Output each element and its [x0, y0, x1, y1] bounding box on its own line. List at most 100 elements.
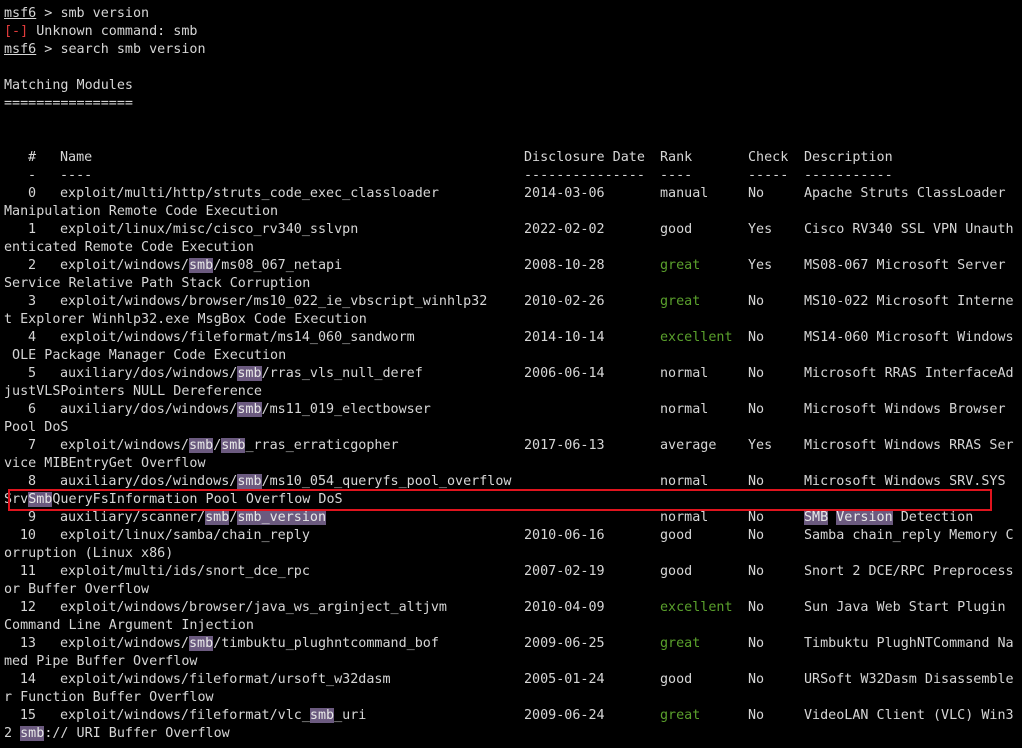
module-number: 8 — [27, 474, 36, 489]
module-rank: great — [660, 258, 701, 273]
table-row: 10 exploit/linux/samba/chain_reply 2010-06… — [4, 527, 1022, 545]
module-name: exploit/windows/smb/timbuktu_plughntcomm… — [60, 636, 439, 651]
table-row: 7 exploit/windows/smb/smb_rras_erraticgop… — [4, 437, 1022, 455]
table-row-wrap: OLE Package Manager Code Execution — [4, 347, 1022, 365]
module-name: exploit/windows/fileformat/ms14_060_sand… — [60, 330, 415, 345]
module-number: 0 — [27, 186, 36, 201]
module-date: 2009-06-25 — [524, 636, 605, 651]
search-match: Smb — [28, 492, 53, 507]
prompt-line-2: msf6 > search smb version — [4, 41, 1022, 59]
module-date: 2007-02-19 — [524, 564, 605, 579]
module-description: Cisco RV340 SSL VPN Unauth — [804, 222, 1014, 237]
search-match: SMB — [804, 510, 829, 525]
module-description-wrap: SrvSmbQueryFsInformation Pool Overflow D… — [4, 492, 343, 507]
module-description: SMB Version Detection — [804, 510, 974, 525]
prompt-line-1: msf6 > smb version — [4, 5, 1022, 23]
module-name: exploit/multi/http/struts_code_exec_clas… — [60, 186, 439, 201]
table-row: 0 exploit/multi/http/struts_code_exec_cla… — [4, 185, 1022, 203]
terminal-output[interactable]: msf6 > smb version [-] Unknown command: … — [4, 5, 1022, 743]
module-date: 2010-02-26 — [524, 294, 605, 309]
table-row-wrap: med Pipe Buffer Overflow — [4, 653, 1022, 671]
table-row-wrap: enticated Remote Code Execution — [4, 239, 1022, 257]
table-row-wrap: Command Line Argument Injection — [4, 617, 1022, 635]
results-heading-text: Matching Modules — [4, 78, 133, 93]
module-rank: good — [660, 528, 693, 543]
prompt-label: msf6 — [4, 6, 37, 21]
module-name: exploit/windows/smb/ms08_067_netapi — [60, 258, 343, 273]
module-description: Sun Java Web Start Plugin — [804, 600, 1006, 615]
error-message: Unknown command: smb — [28, 24, 198, 39]
search-match: _version — [261, 510, 327, 525]
module-description-wrap: med Pipe Buffer Overflow — [4, 654, 198, 669]
module-check: No — [748, 294, 765, 309]
module-number: 7 — [27, 438, 36, 453]
table-row: 8 auxiliary/dos/windows/smb/ms10_054_quer… — [4, 473, 1022, 491]
module-description: MS10-022 Microsoft Interne — [804, 294, 1014, 309]
module-number: 5 — [27, 366, 36, 381]
module-name: exploit/windows/browser/java_ws_arginjec… — [60, 600, 447, 615]
table-row: 12 exploit/windows/browser/java_ws_arginj… — [4, 599, 1022, 617]
module-description: Snort 2 DCE/RPC Preprocess — [804, 564, 1014, 579]
module-rank: normal — [660, 366, 709, 381]
module-description-wrap: vice MIBEntryGet Overflow — [4, 456, 206, 471]
results-underline-text: ================ — [4, 96, 133, 111]
command-text: smb version — [60, 6, 150, 21]
header-num: # — [27, 150, 36, 165]
module-name: exploit/linux/misc/cisco_rv340_sslvpn — [60, 222, 359, 237]
search-match: smb — [237, 366, 262, 381]
module-number: 6 — [27, 402, 36, 417]
module-name: exploit/windows/smb/smb_rras_erraticgoph… — [60, 438, 399, 453]
module-check: No — [748, 600, 765, 615]
prompt-label: msf6 — [4, 42, 37, 57]
table-row: 11 exploit/multi/ids/snort_dce_rpc 2007-02… — [4, 563, 1022, 581]
module-description: Apache Struts ClassLoader — [804, 186, 1006, 201]
search-match: smb — [189, 258, 214, 273]
module-table: 0 exploit/multi/http/struts_code_exec_cla… — [4, 185, 1022, 743]
table-row: 15 exploit/windows/fileformat/vlc_smb_uri… — [4, 707, 1022, 725]
search-match: smb — [205, 510, 230, 525]
module-check: No — [748, 564, 765, 579]
dash-description: ----------- — [804, 168, 893, 183]
module-description: Samba chain_reply Memory C — [804, 528, 1014, 543]
dash-num: - — [27, 168, 36, 183]
module-name: exploit/windows/fileformat/vlc_smb_uri — [60, 708, 367, 723]
header-name: Name — [60, 150, 93, 165]
module-check: Yes — [748, 258, 773, 273]
module-description: URSoft W32Dasm Disassemble — [804, 672, 1014, 687]
module-date: 2005-01-24 — [524, 672, 605, 687]
module-date: 2010-06-16 — [524, 528, 605, 543]
module-number: 15 — [19, 708, 36, 723]
table-header: # Name Disclosure Date Rank Check Descri… — [4, 149, 1022, 167]
dash-check: ----- — [748, 168, 789, 183]
module-description: Microsoft Windows Browser — [804, 402, 1006, 417]
module-description: Microsoft RRAS InterfaceAd — [804, 366, 1014, 381]
module-description: Microsoft Windows RRAS Ser — [804, 438, 1014, 453]
module-description-wrap: or Buffer Overflow — [4, 582, 150, 597]
results-heading-underline: ================ — [4, 95, 1022, 113]
module-check: Yes — [748, 222, 773, 237]
dash-name: ---- — [60, 168, 93, 183]
module-number: 14 — [19, 672, 36, 687]
table-row-wrap: r Function Buffer Overflow — [4, 689, 1022, 707]
module-check: No — [748, 366, 765, 381]
module-name: auxiliary/dos/windows/smb/rras_vls_null_… — [60, 366, 423, 381]
module-description-wrap: 2 smb:// URI Buffer Overflow — [4, 726, 230, 741]
module-date: 2014-10-14 — [524, 330, 605, 345]
module-rank: manual — [660, 186, 709, 201]
module-rank: normal — [660, 402, 709, 417]
table-row-wrap: Service Relative Path Stack Corruption — [4, 275, 1022, 293]
module-rank: great — [660, 636, 701, 651]
module-number: 10 — [19, 528, 36, 543]
module-description-wrap: Service Relative Path Stack Corruption — [4, 276, 311, 291]
module-check: No — [748, 402, 765, 417]
table-row: 3 exploit/windows/browser/ms10_022_ie_vbs… — [4, 293, 1022, 311]
module-description-wrap: enticated Remote Code Execution — [4, 240, 254, 255]
search-match: smb — [237, 474, 262, 489]
prompt-separator: > — [36, 42, 61, 57]
table-row: 4 exploit/windows/fileformat/ms14_060_san… — [4, 329, 1022, 347]
module-description: Timbuktu PlughNTCommand Na — [804, 636, 1014, 651]
table-row-wrap: orruption (Linux x86) — [4, 545, 1022, 563]
